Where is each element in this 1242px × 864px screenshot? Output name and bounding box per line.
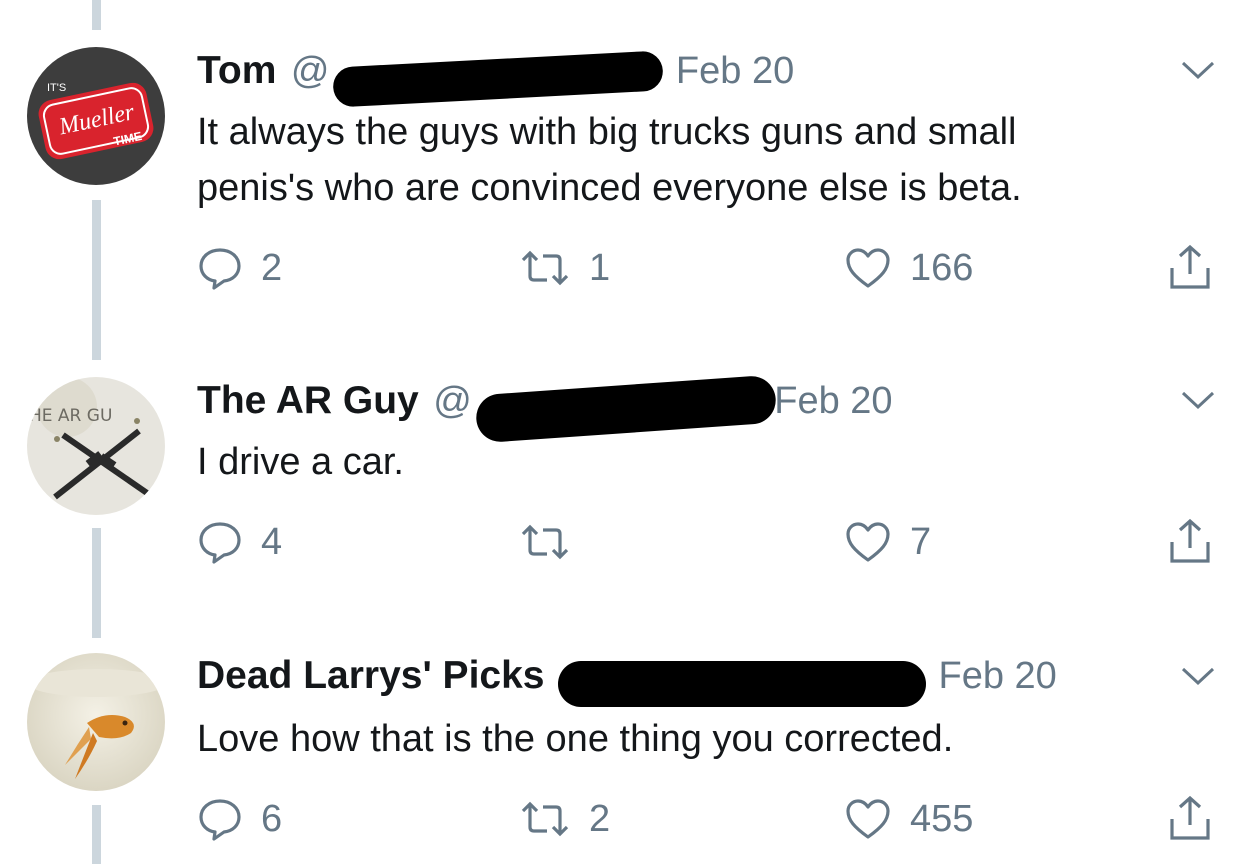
- heart-outline-icon: [846, 522, 890, 562]
- retweet-button[interactable]: [519, 517, 589, 567]
- display-name[interactable]: Dead Larrys' Picks: [197, 654, 544, 697]
- avatar-ar-text: HE AR GU: [29, 406, 112, 426]
- like-count: 7: [910, 520, 932, 563]
- like-count: 166: [910, 246, 974, 289]
- tweet-tom[interactable]: IT'S Mueller TIME Tom @ Feb 20 It always…: [0, 0, 1242, 330]
- retweet-arrows-icon: [521, 801, 569, 837]
- share-button[interactable]: [1167, 517, 1213, 567]
- share-button[interactable]: [1167, 794, 1213, 844]
- tweet-date[interactable]: Feb 20: [676, 50, 794, 92]
- like-button[interactable]: 166: [844, 243, 973, 293]
- speech-bubble-icon: [199, 522, 241, 564]
- reply-button[interactable]: 2: [197, 243, 282, 293]
- thread-line-3: [92, 805, 101, 864]
- tweet-text-line-1: I drive a car.: [197, 441, 404, 483]
- retweet-count: 1: [589, 246, 611, 289]
- tweet-text: It always the guys with big trucks guns …: [197, 104, 1022, 216]
- tweet-text-line-2: penis's who are convinced everyone else …: [197, 167, 1022, 209]
- action-bar: 2 1 166: [197, 243, 1227, 293]
- avatar-tom[interactable]: IT'S Mueller TIME: [27, 47, 165, 185]
- like-count: 455: [910, 797, 974, 840]
- share-upload-icon: [1170, 518, 1210, 563]
- action-bar: 6 2 455: [197, 794, 1227, 844]
- tweet-text: I drive a car.: [197, 434, 404, 490]
- tweet-date[interactable]: Feb 20: [938, 655, 1056, 697]
- tweet-header: Dead Larrys' Picks Feb 20: [197, 654, 1057, 707]
- heart-outline-icon: [846, 799, 890, 839]
- redacted-handle: [332, 50, 665, 108]
- reply-count: 6: [261, 797, 283, 840]
- retweet-count: 2: [589, 797, 611, 840]
- reply-count: 4: [261, 520, 283, 563]
- chevron-down-icon[interactable]: [1178, 661, 1218, 691]
- handle-prefix[interactable]: @: [291, 50, 330, 92]
- handle-prefix[interactable]: @: [433, 380, 472, 422]
- tweet-header: The AR Guy @ Feb 20: [197, 374, 893, 444]
- retweet-button[interactable]: 1: [519, 243, 610, 293]
- tweet-header: Tom @ Feb 20: [197, 49, 794, 108]
- share-upload-icon: [1170, 244, 1210, 289]
- display-name[interactable]: Tom: [197, 49, 276, 92]
- avatar-ar-guy[interactable]: HE AR GU: [27, 377, 165, 515]
- retweet-arrows-icon: [521, 250, 569, 286]
- tweet-date[interactable]: Feb 20: [774, 380, 892, 422]
- like-button[interactable]: 455: [844, 794, 973, 844]
- reply-button[interactable]: 4: [197, 517, 282, 567]
- heart-outline-icon: [846, 248, 890, 288]
- reply-count: 2: [261, 246, 283, 289]
- reply-button[interactable]: 6: [197, 794, 282, 844]
- share-upload-icon: [1170, 795, 1210, 840]
- tweet-text-line-1: It always the guys with big trucks guns …: [197, 111, 1017, 153]
- redacted-handle: [474, 374, 778, 444]
- avatar-dead-larrys-picks[interactable]: [27, 653, 165, 791]
- chevron-down-icon[interactable]: [1178, 55, 1218, 85]
- like-button[interactable]: 7: [844, 517, 931, 567]
- avatar-top-text: IT'S: [47, 82, 66, 94]
- action-bar: 4 7: [197, 517, 1227, 567]
- retweet-arrows-icon: [521, 524, 569, 560]
- display-name[interactable]: The AR Guy: [197, 379, 419, 422]
- thread-line-2: [92, 528, 101, 638]
- redacted-handle: [558, 660, 927, 707]
- retweet-button[interactable]: 2: [519, 794, 610, 844]
- tweet-text: Love how that is the one thing you corre…: [197, 711, 953, 767]
- speech-bubble-icon: [199, 248, 241, 290]
- share-button[interactable]: [1167, 243, 1213, 293]
- chevron-down-icon[interactable]: [1178, 385, 1218, 415]
- tweet-text-line-1: Love how that is the one thing you corre…: [197, 718, 954, 760]
- speech-bubble-icon: [199, 799, 241, 841]
